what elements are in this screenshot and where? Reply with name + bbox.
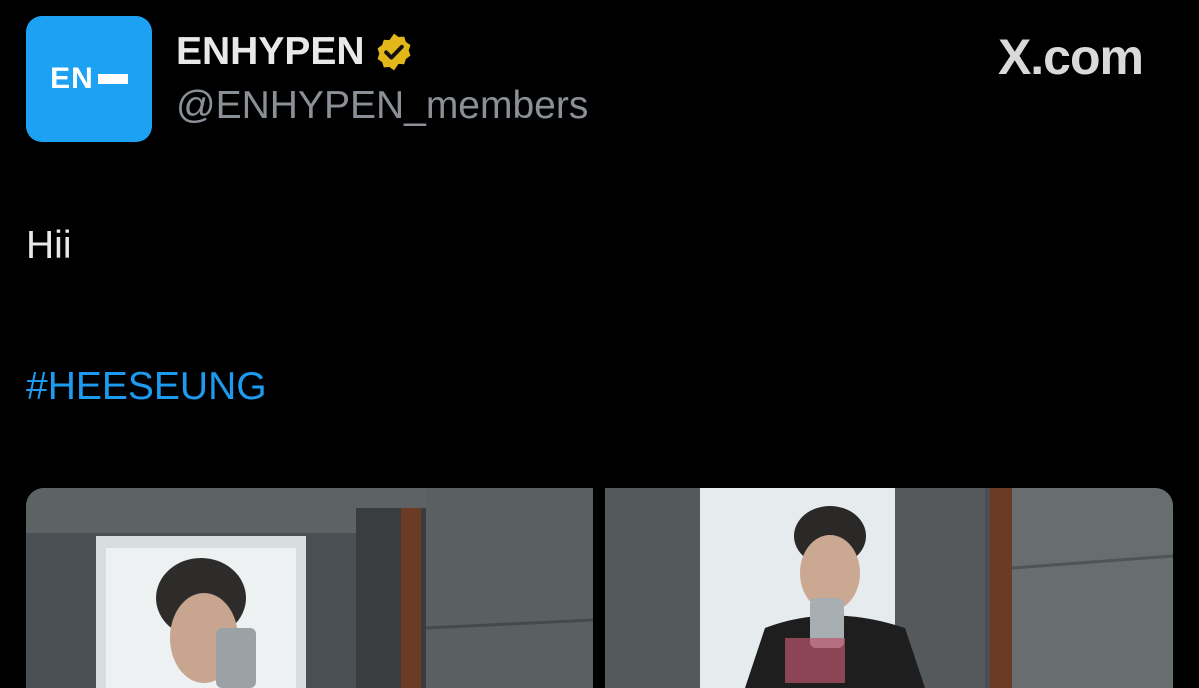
tweet-text: Hii	[26, 224, 72, 267]
source-label: X.com	[997, 29, 1144, 85]
media-photo-2[interactable]	[605, 488, 1173, 688]
mirror-selfie-photo	[26, 488, 593, 688]
display-name[interactable]: ENHYPEN	[176, 30, 365, 74]
verified-badge-icon	[377, 33, 410, 71]
mirror-selfie-photo	[605, 488, 1173, 688]
logo-bar	[97, 74, 128, 84]
author-handle[interactable]: @ENHYPEN_members	[176, 84, 588, 128]
hashtag-link[interactable]: #HEESEUNG	[26, 365, 267, 409]
avatar-logo-text: EN	[50, 62, 94, 95]
author-name-row[interactable]: ENHYPEN	[176, 30, 415, 74]
avatar[interactable]: EN	[26, 16, 152, 142]
media-photo-1[interactable]	[26, 488, 593, 688]
enhypen-logo: EN	[50, 62, 128, 96]
